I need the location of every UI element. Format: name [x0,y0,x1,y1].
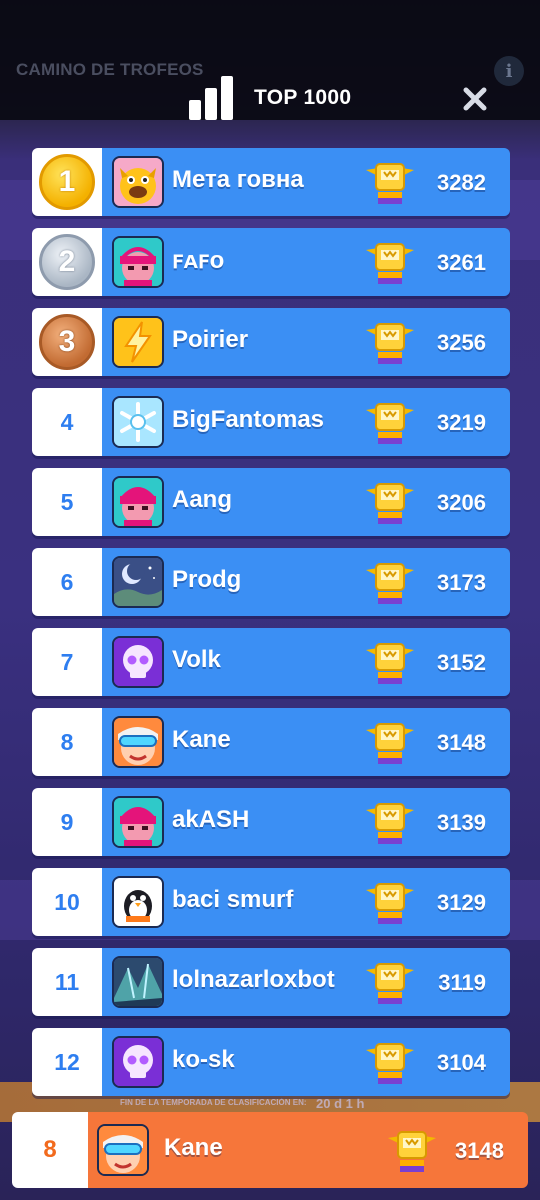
rank-cell: 3 [32,308,102,376]
own-player-name: Kane [164,1134,223,1161]
close-icon[interactable] [462,86,488,112]
own-rank-number: 8 [12,1112,88,1188]
player-name: BigFantomas [172,406,325,433]
player-name: baci smurf [172,886,294,913]
rank-cell: 2 [32,228,102,296]
trophy-icon [388,1131,436,1172]
player-name: Poirier [172,326,249,353]
rank-number: 8 [32,708,102,776]
rank-cell: 1 [32,148,102,216]
player-name: ꜰᴀꜰᴏ [172,247,225,274]
trophy-icon [366,803,414,844]
trophy-score: 3282 [437,170,486,195]
leaderboard-row[interactable]: 5 Aang 3206 [32,468,510,536]
own-rank-row[interactable]: 8 Kane 3148 [12,1112,528,1188]
night-moon-avatar [112,556,164,608]
bar-chart-icon [189,76,233,120]
lightning-avatar [112,316,164,368]
trophy-icon [366,323,414,364]
trophy-icon [366,723,414,764]
trophy-score: 3219 [437,410,486,435]
leaderboard-row[interactable]: 11 lolnazarloxbot 3119 [32,948,510,1016]
snowflake-avatar [112,396,164,448]
trophy-icon [366,883,414,924]
player-name: lolnazarloxbot [172,966,335,993]
rank-number: 10 [32,868,102,936]
trophy-score: 3148 [437,730,486,755]
trophy-score: 3173 [437,570,486,595]
pink-hair-avatar [112,796,164,848]
trophy-score: 3119 [438,970,486,995]
trophy-icon [366,1043,414,1084]
trophy-icon [366,963,414,1004]
player-name: Aang [172,486,232,513]
trophy-icon [366,563,414,604]
crystal-avatar [112,956,164,1008]
leaderboard-row[interactable]: 7 Volk 3152 [32,628,510,696]
goggles-avatar [112,716,164,768]
background-title: CAMINO DE TROFEOS [16,60,204,79]
player-name: Kane [172,726,231,753]
leaderboard-row[interactable]: 2 ꜰᴀꜰᴏ 3261 [32,228,510,296]
leaderboard-row[interactable]: 1 Мета говна 3282 [32,148,510,216]
top-header: CAMINO DE TROFEOS i TOP 1000 [0,0,540,120]
leaderboard-row[interactable]: 12 ko-sk 3104 [32,1028,510,1096]
leaderboard-row[interactable]: 3 Poirier 3256 [32,308,510,376]
rank-number: 11 [32,948,102,1016]
skull-avatar [112,1036,164,1088]
penguin-avatar [112,876,164,928]
trophy-score: 3104 [437,1050,486,1075]
player-name: Prodg [172,566,242,593]
own-trophy-score: 3148 [455,1138,504,1163]
trophy-score: 3129 [437,890,486,915]
trophy-score: 3139 [437,810,486,835]
gold-medal-icon: 1 [39,154,95,210]
leaderboard-list: 1 Мета говна 3282 2 ꜰᴀꜰᴏ 3261 3 Poirier … [32,148,510,1108]
leaderboard-row[interactable]: 6 Prodg 3173 [32,548,510,616]
player-name: akASH [172,806,250,833]
trophy-icon [366,243,414,284]
trophy-icon [366,163,414,204]
trophy-icon [366,643,414,684]
leaderboard-row[interactable]: 8 Kane 3148 [32,708,510,776]
trophy-score: 3256 [437,330,486,355]
trophy-score: 3206 [437,490,486,515]
rank-number: 5 [32,468,102,536]
rank-number: 4 [32,388,102,456]
pink-hair-avatar [112,476,164,528]
player-name: Мета говна [172,166,304,193]
trophy-icon [366,403,414,444]
leaderboard-row[interactable]: 9 akASH 3139 [32,788,510,856]
trophy-icon [366,483,414,524]
trophy-score: 3152 [437,650,486,675]
pink-hair-avatar [112,236,164,288]
goggles-avatar [97,1124,149,1176]
trophy-score: 3261 [437,250,486,275]
player-name: ko-sk [172,1046,235,1073]
rank-number: 9 [32,788,102,856]
info-icon[interactable]: i [494,56,524,86]
leaderboard-title: TOP 1000 [254,86,352,109]
rank-number: 7 [32,628,102,696]
player-name: Volk [172,646,221,673]
rank-number: 12 [32,1028,102,1096]
yellow-dog-avatar [112,156,164,208]
silver-medal-icon: 2 [39,234,95,290]
bronze-medal-icon: 3 [39,314,95,370]
leaderboard-row[interactable]: 4 BigFantomas 3219 [32,388,510,456]
leaderboard-row[interactable]: 10 baci smurf 3129 [32,868,510,936]
rank-number: 6 [32,548,102,616]
skull-avatar [112,636,164,688]
